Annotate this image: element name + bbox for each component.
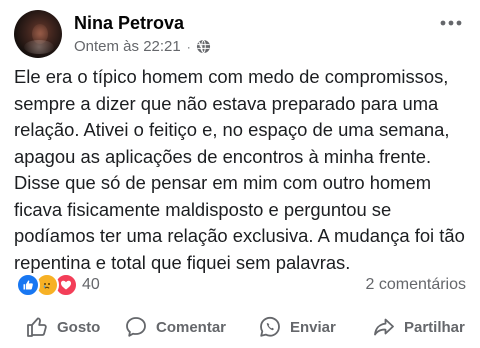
reactions-summary[interactable]: 40 bbox=[16, 273, 100, 297]
meta-separator: · bbox=[186, 39, 191, 54]
post-header: Nina Petrova Ontem às 22:21 · bbox=[14, 10, 466, 60]
post-text: Ele era o típico homem com medo de compr… bbox=[14, 66, 465, 273]
comment-bubble-icon bbox=[126, 317, 146, 337]
share-button-label: Partilhar bbox=[404, 318, 465, 336]
whatsapp-icon bbox=[260, 316, 280, 337]
author-name[interactable]: Nina Petrova bbox=[74, 13, 184, 34]
share-button[interactable]: Partilhar bbox=[372, 310, 465, 344]
comments-count-link[interactable]: 2 comentários bbox=[366, 276, 467, 294]
share-arrow-icon bbox=[374, 318, 394, 336]
like-reaction-icon bbox=[16, 273, 40, 297]
author-avatar[interactable] bbox=[14, 10, 62, 58]
post-timestamp[interactable]: Ontem às 22:21 bbox=[74, 38, 181, 55]
thumbs-up-icon bbox=[27, 317, 47, 337]
more-horizontal-icon[interactable] bbox=[438, 10, 464, 36]
send-button-label: Enviar bbox=[290, 318, 336, 336]
globe-icon[interactable] bbox=[196, 39, 211, 54]
comment-button-label: Comentar bbox=[156, 318, 227, 336]
post-actions: Gosto Comentar Enviar Partilhar bbox=[0, 310, 480, 344]
send-button[interactable]: Enviar bbox=[258, 310, 336, 344]
post-meta: Ontem às 22:21 · bbox=[74, 38, 211, 55]
comment-button[interactable]: Comentar bbox=[124, 310, 226, 344]
like-button-label: Gosto bbox=[57, 318, 101, 336]
like-button[interactable]: Gosto bbox=[25, 310, 100, 344]
reaction-count: 40 bbox=[82, 276, 100, 293]
